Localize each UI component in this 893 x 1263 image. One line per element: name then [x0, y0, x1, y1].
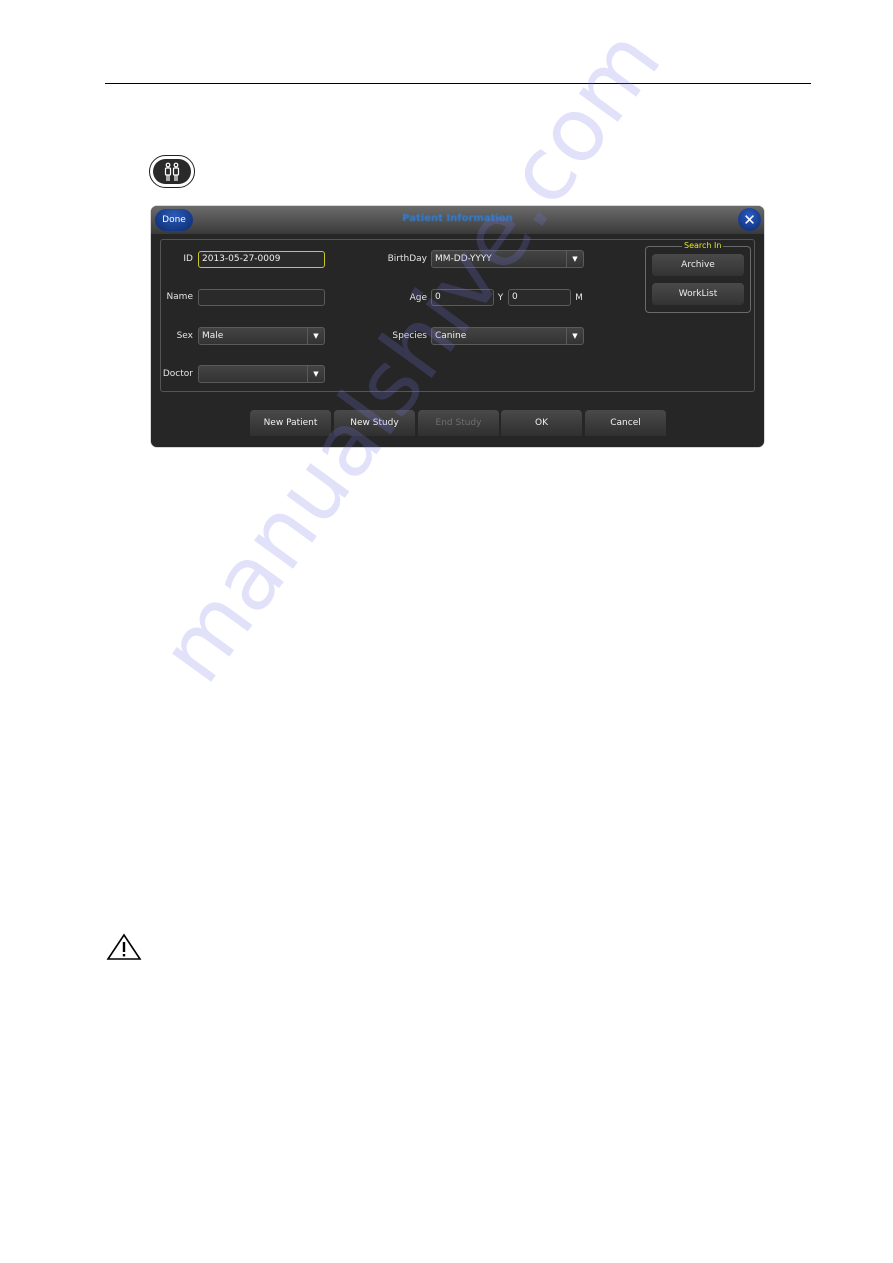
ok-button[interactable]: OK	[501, 410, 582, 436]
cancel-button[interactable]: Cancel	[585, 410, 666, 436]
chevron-down-icon[interactable]: ▼	[566, 251, 583, 267]
worklist-button[interactable]: WorkList	[652, 283, 744, 305]
id-label: ID	[183, 254, 193, 264]
sex-select[interactable]: Male ▼	[198, 327, 325, 345]
species-select[interactable]: Canine ▼	[431, 327, 584, 345]
dialog-titlebar: Done Patient Information ✕	[151, 206, 764, 234]
age-years-input[interactable]: 0	[431, 289, 494, 306]
archive-button[interactable]: Archive	[652, 254, 744, 276]
birthday-select[interactable]: MM-DD-YYYY ▼	[431, 250, 584, 268]
new-study-button[interactable]: New Study	[334, 410, 415, 436]
patient-key-button[interactable]	[149, 155, 195, 188]
dialog-title: Patient Information	[402, 213, 513, 224]
new-patient-button[interactable]: New Patient	[250, 410, 331, 436]
id-input[interactable]: 2013-05-27-0009	[198, 251, 325, 268]
doctor-label: Doctor	[162, 369, 193, 379]
species-label: Species	[392, 331, 427, 341]
sex-label: Sex	[176, 331, 193, 341]
species-value: Canine	[435, 331, 467, 341]
name-input[interactable]	[198, 289, 325, 306]
chevron-down-icon[interactable]: ▼	[307, 366, 324, 382]
end-study-button[interactable]: End Study	[418, 410, 499, 436]
search-in-group: Search In Archive WorkList	[645, 241, 751, 313]
patient-icon	[164, 162, 180, 181]
name-label: Name	[166, 292, 193, 302]
header-rule	[105, 83, 811, 84]
doctor-select[interactable]: ▼	[198, 365, 325, 383]
close-icon: ✕	[743, 210, 756, 229]
age-months-unit: M	[575, 293, 583, 303]
warning-icon	[106, 933, 142, 960]
close-button[interactable]: ✕	[738, 208, 761, 231]
birthday-value: MM-DD-YYYY	[435, 254, 492, 264]
search-in-legend: Search In	[682, 241, 724, 251]
patient-information-dialog: Done Patient Information ✕ ID 2013-05-27…	[151, 206, 764, 447]
chevron-down-icon[interactable]: ▼	[566, 328, 583, 344]
sex-value: Male	[202, 331, 224, 341]
age-years-unit: Y	[497, 293, 504, 303]
birthday-label: BirthDay	[387, 254, 427, 264]
age-months-input[interactable]: 0	[508, 289, 571, 306]
chevron-down-icon[interactable]: ▼	[307, 328, 324, 344]
age-label: Age	[409, 293, 427, 303]
